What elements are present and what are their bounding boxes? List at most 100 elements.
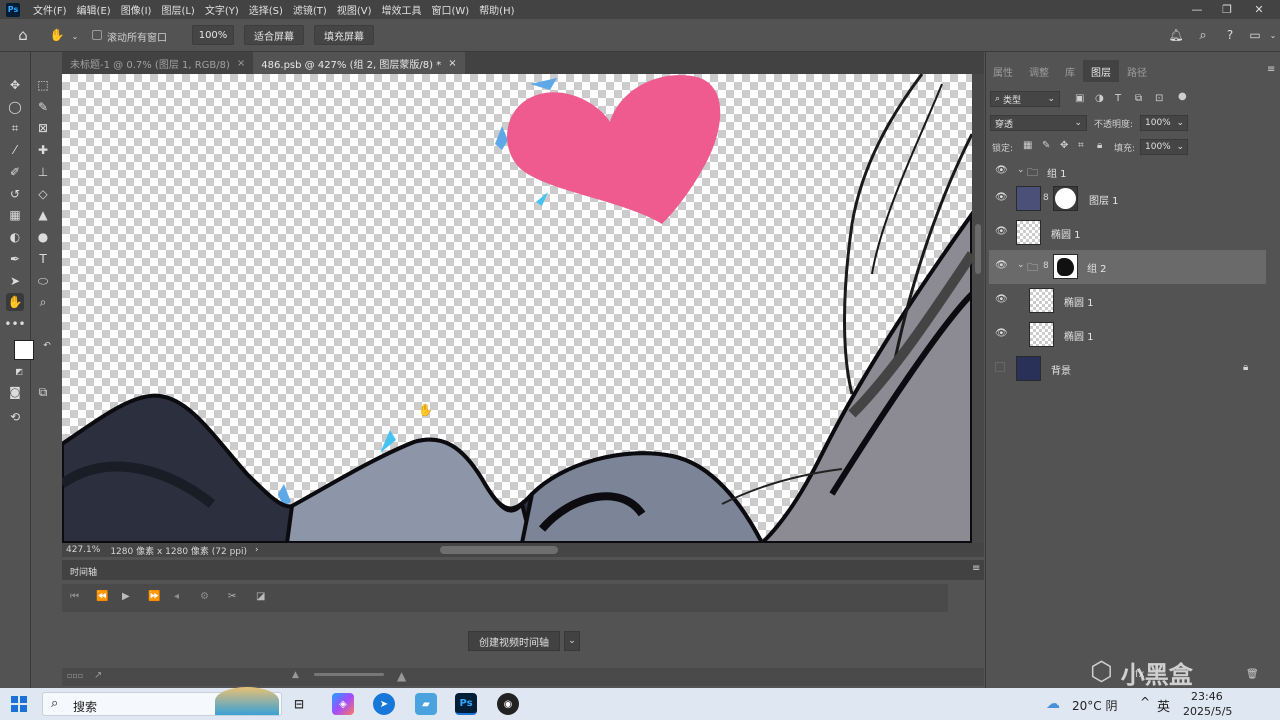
crop-tool-icon[interactable]: ⌗ [6,119,24,137]
scroll-all-checkbox[interactable] [92,30,102,40]
file-explorer-icon[interactable]: ▰ [415,693,437,715]
tab-layers[interactable]: 图层 [1083,60,1119,82]
close-icon[interactable]: ✕ [1247,0,1271,19]
layer-row-ellipse-1[interactable]: 👁︎ 椭圆 1 [989,284,1266,318]
dodge-tool-icon[interactable]: ◐ [6,228,24,246]
weather-text[interactable]: 20°C 阴 [1072,697,1117,714]
close-tab-icon[interactable]: × [237,58,245,69]
brush-tool-icon[interactable]: ✐ [6,163,24,181]
zoom-out-mountain-icon[interactable]: ▲ [292,670,299,680]
swap-colors-icon[interactable]: ↶ [38,337,56,355]
menu-edit[interactable]: 编辑(E) [72,2,116,17]
marquee-tool-icon[interactable]: ⬚ [34,76,52,94]
filter-type-icon[interactable]: T [1115,93,1121,104]
layer-row-ellipse-1[interactable]: 👁︎ 椭圆 1 [989,318,1266,352]
lock-artboard-icon[interactable]: ⌗ [1078,140,1084,151]
lock-pixels-icon[interactable]: ✎ [1042,140,1050,151]
tab-untitled[interactable]: 未标题-1 @ 0.7% (图层 1, RGB/8) × [62,52,253,74]
blur-tool-icon[interactable]: ▲ [34,206,52,224]
convert-icon[interactable]: ↗ [94,670,102,681]
workspace-icon[interactable]: ▭ [1246,26,1264,44]
fill-screen-button[interactable]: 填充屏幕 [314,25,374,45]
menu-view[interactable]: 视图(V) [332,2,377,17]
panel-menu-icon[interactable]: ≡ [1267,64,1275,75]
restore-icon[interactable]: ❐ [1215,0,1239,19]
delete-layer-icon[interactable]: 🗑︎ [1246,669,1259,680]
move-tool-icon[interactable]: ✥ [6,76,24,94]
layer-row-group-1[interactable]: 👁︎ ⌄ 🗀 组 1 [989,160,1266,182]
next-frame-icon[interactable]: ⏩ [148,591,160,602]
settings-icon[interactable]: ⚙ [200,591,209,602]
zoom-tool-icon[interactable]: ⌕ [34,293,52,311]
first-frame-icon[interactable]: ⏮ [70,591,79,602]
frame-tool-icon[interactable]: ⊠ [34,119,52,137]
filter-toggle-icon[interactable]: ● [1178,91,1187,102]
horizontal-scroll-thumb[interactable] [440,546,558,554]
filter-shape-icon[interactable]: ⧉ [1135,93,1142,104]
default-colors-icon[interactable]: ◩ [10,362,28,380]
lock-transparent-icon[interactable]: ▦ [1023,140,1032,151]
zoom-readout[interactable]: 427.1% [66,545,100,555]
filter-adjustment-icon[interactable]: ◑ [1095,93,1104,104]
tab-486-psb[interactable]: 486.psb @ 427% (组 2, 图层蒙版/8) * × [253,52,465,74]
mask-thumbnail[interactable] [1053,254,1078,279]
lock-all-icon[interactable]: 🔒︎ [1097,140,1102,151]
scissors-icon[interactable]: ✂ [228,591,236,602]
layer-row-group-2[interactable]: 👁︎ ⌄ 🗀 8 组 2 [989,250,1266,284]
menu-layer[interactable]: 图层(L) [156,2,199,17]
path-select-tool-icon[interactable]: ➤ [6,272,24,290]
layer-row-layer-1[interactable]: 👁︎ 8 图层 1 [989,182,1266,216]
info-arrow-icon[interactable]: › [255,545,259,555]
mask-link-icon[interactable]: 8 [1043,193,1049,203]
layer-filter-select[interactable]: ⌕ 类型 ⌄ [990,91,1060,107]
tray-chevron-icon[interactable]: ^ [1140,695,1150,709]
create-video-timeline-button[interactable]: 创建视频时间轴 [468,631,560,651]
close-tab-icon[interactable]: × [448,58,456,69]
visibility-eye-icon[interactable]: 👁︎ [995,260,1008,271]
document-canvas[interactable]: ✋ [62,74,972,543]
photoshop-taskbar-icon[interactable]: Ps [455,693,477,715]
filter-smart-object-icon[interactable]: ⊡ [1155,93,1163,104]
visibility-eye-icon[interactable]: 👁︎ [995,294,1008,305]
clock-time[interactable]: 23:46 [1191,690,1223,703]
visibility-off-box[interactable] [995,362,1005,372]
search-icon[interactable]: ⌕ [1194,26,1212,44]
scroll-thumb[interactable] [975,224,981,274]
windows-start-icon[interactable] [11,696,27,712]
opacity-input[interactable]: 100% ⌄ [1140,115,1188,131]
obs-icon[interactable]: ◉ [497,693,519,715]
mask-thumbnail[interactable] [1053,186,1078,211]
timeline-dropdown-chevron-icon[interactable]: ⌄ [564,631,580,651]
expand-chevron-icon[interactable]: ⌄ [1017,165,1025,175]
workspace-chevron-icon[interactable]: ⌄ [1264,26,1280,44]
lock-position-icon[interactable]: ✥ [1060,140,1068,151]
visibility-eye-icon[interactable]: 👁︎ [995,165,1008,176]
filter-pixel-icon[interactable]: ▣ [1075,93,1084,104]
menu-plugins[interactable]: 增效工具 [376,2,426,17]
vertical-scrollbar[interactable] [972,74,984,543]
timeline-zoom-slider[interactable] [314,673,384,676]
fill-input[interactable]: 100% ⌄ [1140,139,1188,155]
chevron-down-icon[interactable]: ⌄ [66,27,84,45]
tab-properties[interactable]: 属性 [985,60,1021,82]
more-tools-icon[interactable]: ••• [4,315,25,333]
transition-icon[interactable]: ◪ [256,591,265,602]
menu-type[interactable]: 文字(Y) [200,2,244,17]
hand-tool-preset-icon[interactable]: ✋ [48,26,66,44]
menu-select[interactable]: 选择(S) [244,2,288,17]
quick-select-tool-icon[interactable]: ✎ [34,98,52,116]
expand-chevron-icon[interactable]: ⌄ [1017,260,1025,270]
tab-libraries[interactable]: 库 [1057,60,1083,82]
screen-mode-icon[interactable]: ⧉ [34,383,52,401]
previous-frame-icon[interactable]: ⏪ [96,591,108,602]
audio-icon[interactable]: ◂ [174,591,179,602]
help-icon[interactable]: ? [1221,26,1239,44]
lasso-tool-icon[interactable]: ◯ [6,98,24,116]
minimize-icon[interactable]: — [1185,0,1209,19]
menu-help[interactable]: 帮助(H) [474,2,519,17]
copilot-icon[interactable]: ◈ [332,693,354,715]
home-icon[interactable]: ⌂ [14,26,32,44]
layer-row-ellipse-1[interactable]: 👁︎ 椭圆 1 [989,216,1266,250]
ellipse-tool-icon[interactable]: ⬭ [34,272,52,290]
foreground-color-swatch[interactable] [14,340,34,360]
